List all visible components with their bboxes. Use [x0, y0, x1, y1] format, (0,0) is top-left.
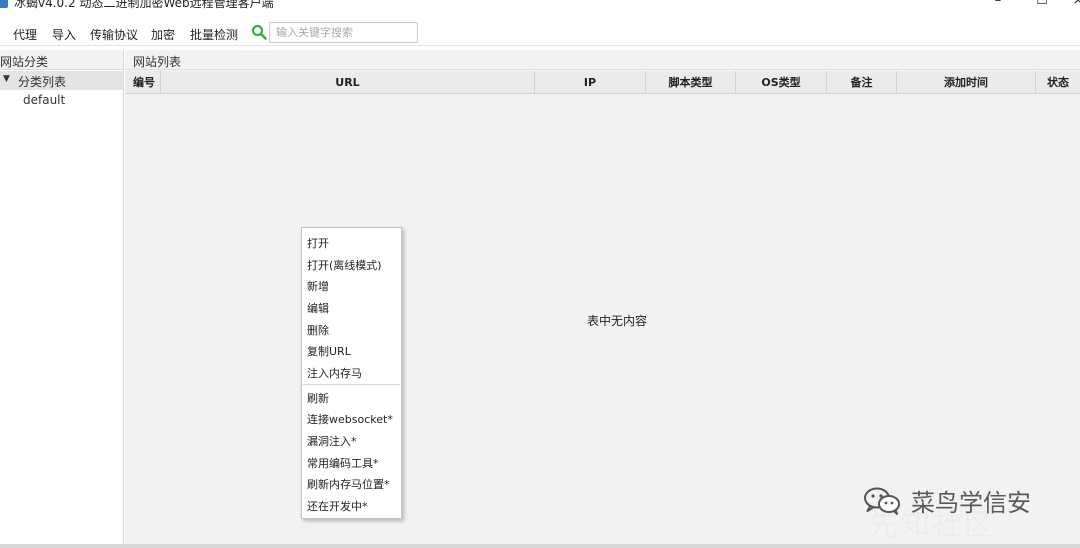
- maximize-button[interactable]: ☐: [1032, 0, 1052, 10]
- context-menu-separator: [303, 384, 400, 385]
- column-header-ip[interactable]: IP: [535, 71, 646, 94]
- column-header-os-type[interactable]: OS类型: [736, 71, 827, 94]
- site-list-header: 网站列表: [125, 50, 1080, 70]
- context-item-refresh[interactable]: 刷新: [307, 390, 329, 406]
- menu-proxy[interactable]: 代理: [13, 26, 37, 43]
- search-input[interactable]: [269, 22, 418, 43]
- context-item-encoding-tools[interactable]: 常用编码工具*: [307, 455, 379, 471]
- column-header-script-type[interactable]: 脚本类型: [646, 71, 736, 94]
- tree-item-label: 分类列表: [18, 75, 67, 89]
- tree-item-default[interactable]: default: [23, 93, 65, 107]
- title-bar: 冰蝎v4.0.2 动态二进制加密Web远程管理客户端 – ☐ ×: [0, 0, 1080, 20]
- minimize-button[interactable]: –: [988, 0, 1008, 10]
- menu-bar: 代理 导入 传输协议 加密 批量检测: [0, 20, 1080, 46]
- tree-item-category-list[interactable]: ▼ 分类列表: [0, 71, 123, 90]
- column-header-added-time[interactable]: 添加时间: [897, 71, 1036, 94]
- table-header: 编号 URL IP 脚本类型 OS类型 备注 添加时间 状态: [125, 71, 1080, 94]
- menu-import[interactable]: 导入: [52, 26, 76, 43]
- menu-encryption[interactable]: 加密: [151, 26, 175, 43]
- context-item-edit[interactable]: 编辑: [307, 300, 329, 316]
- column-header-url[interactable]: URL: [161, 71, 535, 94]
- context-item-copy-url[interactable]: 复制URL: [307, 343, 351, 359]
- context-item-in-development[interactable]: 还在开发中*: [307, 498, 368, 514]
- column-header-status[interactable]: 状态: [1036, 71, 1080, 94]
- empty-table-message: 表中无内容: [587, 314, 648, 328]
- column-header-id[interactable]: 编号: [125, 71, 161, 94]
- column-header-note[interactable]: 备注: [827, 71, 897, 94]
- category-panel: 网站分类 ▼ 分类列表 default: [0, 50, 124, 544]
- site-list-title: 网站列表: [133, 55, 182, 69]
- context-item-connect-websocket[interactable]: 连接websocket*: [307, 411, 393, 427]
- category-panel-title: 网站分类: [0, 55, 49, 69]
- window-title: 冰蝎v4.0.2 动态二进制加密Web远程管理客户端: [14, 0, 274, 10]
- context-item-delete[interactable]: 删除: [307, 322, 329, 338]
- context-item-add[interactable]: 新增: [307, 278, 329, 294]
- site-list-panel: 网站列表 编号 URL IP 脚本类型 OS类型 备注 添加时间 状态 表中无内…: [125, 50, 1080, 544]
- context-item-open[interactable]: 打开: [307, 235, 329, 251]
- menu-transport-protocol[interactable]: 传输协议: [90, 26, 138, 43]
- context-item-inject-memshell[interactable]: 注入内存马: [307, 365, 362, 381]
- app-icon: [0, 0, 8, 8]
- expand-arrow-icon[interactable]: ▼: [3, 74, 10, 84]
- context-item-open-offline[interactable]: 打开(离线模式): [307, 257, 382, 273]
- search-icon[interactable]: [251, 24, 267, 40]
- watermark: 先知社区 菜鸟学信安: [858, 478, 1080, 548]
- close-button[interactable]: ×: [1068, 0, 1080, 10]
- context-item-refresh-memshell-location[interactable]: 刷新内存马位置*: [307, 476, 390, 492]
- category-panel-header: 网站分类: [0, 50, 123, 70]
- menu-batch-detect[interactable]: 批量检测: [190, 26, 238, 43]
- wechat-icon: [864, 487, 900, 515]
- watermark-text: 菜鸟学信安: [911, 489, 1031, 517]
- context-menu: 打开 打开(离线模式) 新增 编辑 删除 复制URL 注入内存马 刷新 连接we…: [301, 227, 402, 519]
- context-item-vuln-inject[interactable]: 漏洞注入*: [307, 433, 357, 449]
